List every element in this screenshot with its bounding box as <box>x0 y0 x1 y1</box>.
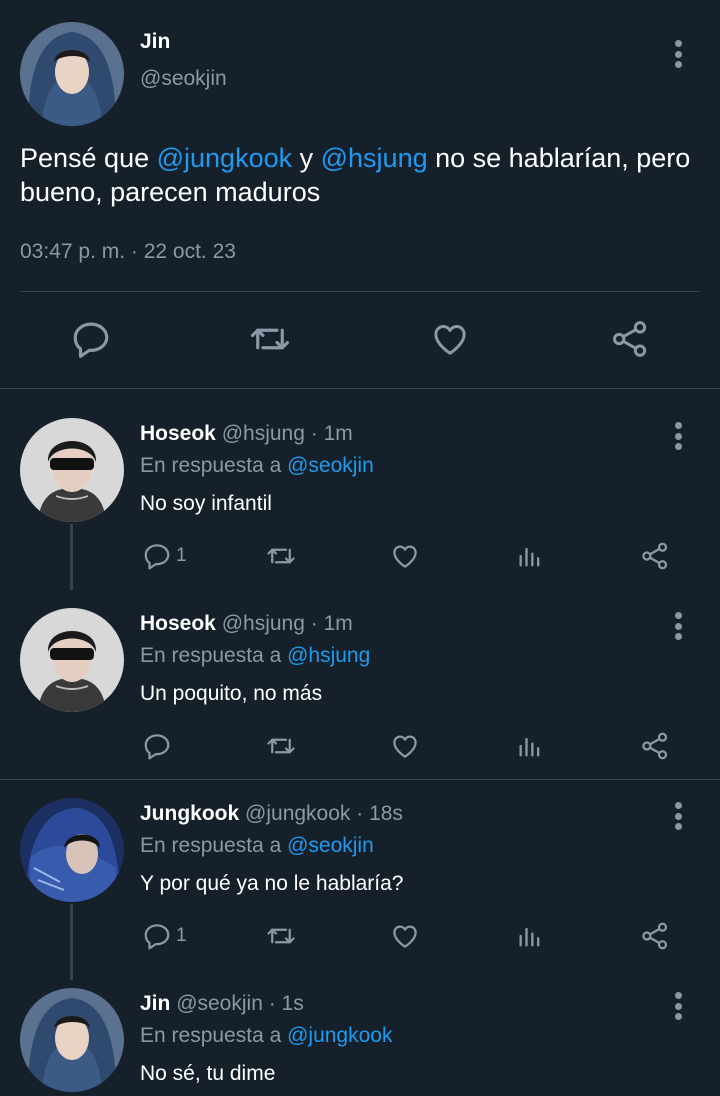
author-handle-time[interactable]: @seokjin · 1s <box>176 992 304 1015</box>
reply-header: Hoseok @hsjung · 1m <box>140 422 353 446</box>
retweet-icon[interactable] <box>264 916 298 956</box>
avatar[interactable] <box>20 608 124 712</box>
more-options-icon[interactable] <box>673 40 683 70</box>
divider <box>20 291 700 292</box>
mention-link[interactable]: @seokjin <box>287 834 374 857</box>
author-handle-time[interactable]: @jungkook · 18s <box>245 802 403 825</box>
reply-icon <box>144 924 170 950</box>
tweet-text-part: y <box>292 143 321 173</box>
thread-line <box>70 904 73 980</box>
reply-count: 1 <box>176 545 187 566</box>
reply-tweet: Jin @seokjin · 1s En respuesta a @jungko… <box>0 980 720 1096</box>
share-icon[interactable] <box>640 726 670 766</box>
heart-icon[interactable] <box>390 916 420 956</box>
reply-icon <box>144 544 170 570</box>
mention-link[interactable]: @hsjung <box>321 143 428 173</box>
avatar[interactable] <box>20 418 124 522</box>
in-reply-label: En respuesta a <box>140 454 288 477</box>
share-icon[interactable] <box>640 536 670 576</box>
more-options-icon[interactable] <box>673 422 683 452</box>
author-name[interactable]: Hoseok <box>140 422 216 445</box>
author-handle[interactable]: @seokjin <box>140 67 227 91</box>
in-reply-to: En respuesta a @seokjin <box>140 834 374 858</box>
reply-icon <box>144 734 170 760</box>
mention-link[interactable]: @hsjung <box>287 644 370 667</box>
more-options-icon[interactable] <box>673 802 683 832</box>
views-icon[interactable] <box>516 916 544 956</box>
thread-line <box>70 524 73 590</box>
in-reply-to: En respuesta a @hsjung <box>140 644 370 668</box>
reply-button[interactable] <box>142 726 176 766</box>
more-options-icon[interactable] <box>673 612 683 642</box>
reply-text: Y por qué ya no le hablaría? <box>140 872 404 895</box>
retweet-icon[interactable] <box>248 318 292 360</box>
heart-icon[interactable] <box>390 536 420 576</box>
author-name[interactable]: Jin <box>140 992 170 1015</box>
tweet-text-part: Pensé que <box>20 143 157 173</box>
avatar[interactable] <box>20 988 124 1092</box>
reply-button[interactable]: 1 <box>142 916 187 956</box>
reply-text: No sé, tu dime <box>140 1062 276 1085</box>
heart-icon[interactable] <box>390 726 420 766</box>
reply-tweet: Hoseok @hsjung · 1m En respuesta a @seok… <box>0 390 720 590</box>
mention-link[interactable]: @jungkook <box>287 1024 392 1047</box>
mention-link[interactable]: @seokjin <box>287 454 374 477</box>
views-icon[interactable] <box>516 726 544 766</box>
in-reply-to: En respuesta a @jungkook <box>140 1024 392 1048</box>
in-reply-to: En respuesta a @seokjin <box>140 454 374 478</box>
reply-text: Un poquito, no más <box>140 682 323 705</box>
reply-tweet: Jungkook @jungkook · 18s En respuesta a … <box>0 780 720 980</box>
tweet-text: Pensé que @jungkook y @hsjung no se habl… <box>20 141 700 209</box>
reply-button[interactable]: 1 <box>142 536 187 576</box>
author-handle-time[interactable]: @hsjung · 1m <box>222 612 353 635</box>
reply-tweet: Hoseok @hsjung · 1m En respuesta a @hsju… <box>0 590 720 780</box>
avatar[interactable] <box>20 22 124 126</box>
author-name[interactable]: Hoseok <box>140 612 216 635</box>
retweet-icon[interactable] <box>264 536 298 576</box>
tweet-actions <box>0 318 720 364</box>
divider <box>0 388 720 389</box>
tweet-timestamp[interactable]: 03:47 p. m. · 22 oct. 23 <box>20 240 236 264</box>
share-icon[interactable] <box>640 916 670 956</box>
retweet-icon[interactable] <box>264 726 298 766</box>
share-icon[interactable] <box>610 318 650 360</box>
author-name[interactable]: Jungkook <box>140 802 239 825</box>
reply-count: 1 <box>176 925 187 946</box>
reply-header: Jungkook @jungkook · 18s <box>140 802 403 826</box>
in-reply-label: En respuesta a <box>140 1024 288 1047</box>
in-reply-label: En respuesta a <box>140 834 288 857</box>
reply-header: Hoseok @hsjung · 1m <box>140 612 353 636</box>
reply-text: No soy infantil <box>140 492 272 515</box>
reply-icon[interactable] <box>70 318 112 360</box>
avatar[interactable] <box>20 798 124 902</box>
main-tweet: Jin @seokjin Pensé que @jungkook y @hsju… <box>0 0 720 388</box>
author-handle-time[interactable]: @hsjung · 1m <box>222 422 353 445</box>
views-icon[interactable] <box>516 536 544 576</box>
in-reply-label: En respuesta a <box>140 644 288 667</box>
reply-header: Jin @seokjin · 1s <box>140 992 304 1016</box>
author-name[interactable]: Jin <box>140 30 170 54</box>
more-options-icon[interactable] <box>673 992 683 1022</box>
heart-icon[interactable] <box>430 318 470 360</box>
mention-link[interactable]: @jungkook <box>157 143 293 173</box>
